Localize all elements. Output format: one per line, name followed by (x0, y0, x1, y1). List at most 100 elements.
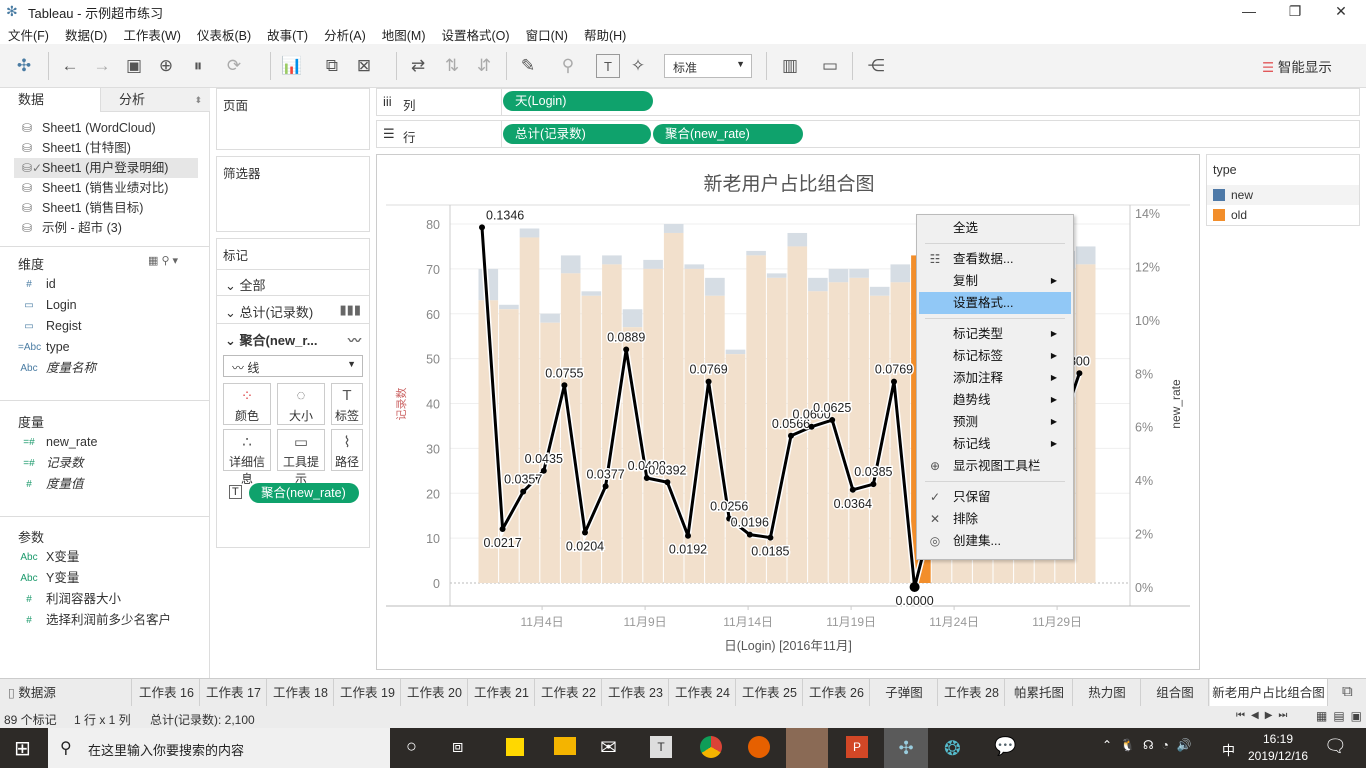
bar-new[interactable] (849, 268, 869, 278)
sheet-tab[interactable]: 工作表 23 (603, 679, 669, 707)
rate-point[interactable] (602, 483, 609, 490)
rate-point[interactable] (623, 346, 630, 353)
bar-new[interactable] (787, 232, 808, 247)
bar-new[interactable] (560, 255, 581, 274)
rate-point[interactable] (561, 382, 568, 389)
legend-item-old[interactable]: old (1207, 205, 1359, 225)
file-explorer-icon[interactable] (554, 737, 576, 755)
sheet-tab[interactable]: 工作表 20 (402, 679, 468, 707)
rate-point[interactable] (479, 224, 485, 231)
bar-new[interactable] (705, 277, 725, 296)
bar-new[interactable] (890, 264, 911, 283)
rate-point[interactable] (849, 486, 856, 493)
tab-datasource[interactable]: ▯ 数据源 (0, 679, 132, 707)
context-menu-item[interactable]: 复制 ▶ (919, 270, 1071, 292)
sticky-notes-icon[interactable] (506, 738, 524, 756)
sheet-tab[interactable]: 工作表 21 (469, 679, 535, 707)
context-menu-item[interactable]: 添加注释 ▶ (919, 367, 1071, 389)
bar-new[interactable] (766, 273, 787, 278)
clock-date[interactable]: 2019/12/16 (1240, 749, 1316, 763)
bar-new[interactable] (622, 309, 643, 328)
context-menu-item[interactable]: 趋势线 ▶ (919, 389, 1071, 411)
context-menu-item[interactable]: ◎ 创建集... (919, 530, 1071, 552)
app2-icon[interactable]: ❂ (944, 736, 961, 761)
rate-point[interactable] (705, 378, 712, 385)
sheet-nav-icons[interactable]: ⏮◀▶⏭ (1236, 710, 1293, 721)
sheet-tab[interactable]: 工作表 16 (134, 679, 200, 707)
chrome-icon[interactable] (700, 736, 722, 758)
sheet-tab[interactable]: 工作表 25 (737, 679, 803, 707)
bar-new[interactable] (1075, 246, 1096, 265)
bar-new[interactable] (828, 268, 849, 283)
legend-item-new[interactable]: new (1207, 185, 1359, 205)
bar-old[interactable] (519, 237, 540, 583)
context-menu-item[interactable]: 标记标签 ▶ (919, 345, 1071, 367)
task-view-icon[interactable]: ⧈ (452, 736, 463, 757)
rate-point[interactable] (582, 529, 588, 536)
clock-time[interactable]: 16:19 (1246, 732, 1310, 746)
tableau-taskbar-icon[interactable]: ✣ (884, 728, 928, 768)
sheet-view-icons[interactable]: ▦▤▣ (1316, 709, 1366, 723)
rate-point[interactable] (499, 526, 506, 533)
bar-old[interactable] (643, 268, 663, 583)
context-menu-item[interactable]: ✕ 排除 (919, 508, 1071, 530)
windows-start-icon[interactable]: ⊞ (14, 736, 31, 761)
context-menu-item[interactable]: 预测 ▶ (919, 411, 1071, 433)
rate-point[interactable] (746, 531, 753, 538)
ime-indicator[interactable]: 中 (1222, 740, 1235, 759)
sheet-tab[interactable]: 新老用户占比组合图 (1210, 679, 1328, 707)
bar-new[interactable] (643, 259, 663, 269)
rate-point[interactable] (520, 488, 527, 495)
typora-icon[interactable]: T (650, 736, 672, 758)
context-menu-item[interactable]: 设置格式... (919, 292, 1071, 314)
rate-point[interactable] (829, 417, 836, 424)
rate-point[interactable] (808, 423, 815, 430)
rate-point[interactable] (767, 534, 774, 541)
bar-old[interactable] (808, 291, 828, 583)
app-icon[interactable] (786, 728, 828, 768)
rate-point[interactable] (540, 467, 547, 474)
bar-new[interactable] (869, 286, 890, 296)
sheet-tab[interactable]: 工作表 24 (670, 679, 736, 707)
bar-new[interactable] (540, 313, 560, 323)
bar-new[interactable] (725, 349, 746, 355)
bar-old[interactable] (1075, 264, 1096, 583)
context-menu-item[interactable]: 标记线 ▶ (919, 433, 1071, 455)
tray-icons[interactable]: ⌃🐧☊◔🔊 (1102, 738, 1200, 752)
mail-icon[interactable]: ✉ (600, 735, 617, 760)
sheet-tab[interactable]: 工作表 22 (536, 679, 602, 707)
sheet-tab[interactable]: 工作表 26 (804, 679, 870, 707)
sheet-tab[interactable]: 帕累托图 (1006, 679, 1073, 707)
bar-old[interactable] (725, 354, 746, 583)
cortana-icon[interactable]: ○ (406, 736, 417, 757)
context-menu-item[interactable]: ⊕ 显示视图工具栏 (919, 455, 1071, 477)
wechat-icon[interactable]: 💬 (994, 736, 1016, 757)
bar-new[interactable] (663, 224, 684, 233)
bar-new[interactable] (684, 264, 705, 269)
rate-point[interactable] (685, 532, 691, 539)
bar-old[interactable] (849, 277, 869, 583)
bar-new[interactable] (519, 228, 540, 238)
rate-point[interactable] (788, 432, 794, 439)
firefox-icon[interactable] (748, 736, 770, 758)
context-menu-item[interactable]: 全选 (919, 217, 1071, 239)
rate-point[interactable] (664, 479, 671, 486)
rate-point[interactable] (891, 378, 897, 385)
bar-new[interactable] (746, 250, 766, 256)
sheet-tab[interactable]: 工作表 28 (939, 679, 1005, 707)
taskbar-search[interactable]: ⚲ 在这里输入你要搜索的内容 (48, 728, 390, 768)
bar-old[interactable] (602, 264, 622, 583)
rate-point[interactable] (909, 582, 920, 592)
context-menu-item[interactable]: ☷ 查看数据... (919, 248, 1071, 270)
context-menu-item[interactable]: 标记类型 ▶ (919, 323, 1071, 345)
new-story-icon[interactable]: ⧉ (1342, 683, 1353, 700)
rate-point[interactable] (870, 481, 877, 488)
sheet-tab[interactable]: 工作表 18 (268, 679, 334, 707)
sheet-tab[interactable]: 工作表 17 (201, 679, 267, 707)
rate-point[interactable] (1076, 370, 1083, 377)
bar-new[interactable] (602, 255, 622, 265)
bar-old[interactable] (663, 232, 684, 583)
notifications-icon[interactable]: 🗨 (1324, 736, 1347, 757)
sheet-tab[interactable]: 热力图 (1074, 679, 1141, 707)
context-menu-item[interactable]: ✓ 只保留 (919, 486, 1071, 508)
